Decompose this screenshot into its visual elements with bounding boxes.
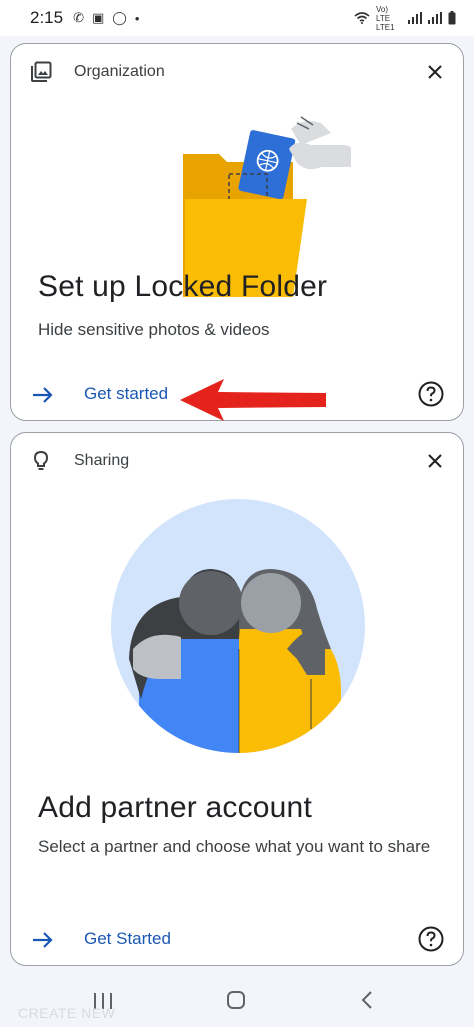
signal-icon-2 [428, 12, 442, 24]
help-icon[interactable] [417, 380, 445, 408]
whatsapp-icon: ◯ [112, 10, 127, 25]
get-started-button[interactable]: Get Started [11, 920, 463, 960]
battery-icon [448, 11, 456, 25]
card-header: Organization [11, 44, 463, 100]
card-title: Set up Locked Folder [38, 270, 328, 303]
locked-folder-illustration [183, 116, 351, 297]
status-bar: 2:15 ✆ ▣ ◯ • Vo) LTE LTE1 [0, 0, 474, 36]
wifi-icon [354, 12, 370, 24]
voicemail-icon: ▣ [92, 10, 105, 25]
locked-folder-card: Organization Set up Locked Folder Hide s… [10, 43, 464, 421]
network-label: Vo) LTE LTE1 [376, 4, 395, 32]
card-category: Organization [74, 63, 165, 80]
close-icon [428, 454, 442, 468]
lightbulb-icon [33, 450, 49, 470]
more-dot-icon: • [134, 10, 140, 26]
photo-library-icon [31, 61, 52, 82]
back-button[interactable] [360, 990, 374, 1010]
arrow-right-icon [33, 387, 53, 403]
status-time: 2:15 [30, 8, 64, 27]
card-header: Sharing [11, 433, 463, 489]
partner-account-card: Sharing Add partner account Select a par… [10, 432, 464, 966]
card-title: Add partner account [38, 791, 312, 824]
missed-call-icon: ✆ [73, 10, 84, 25]
home-button[interactable] [226, 990, 246, 1010]
card-subtitle: Select a partner and choose what you wan… [38, 837, 431, 856]
close-button[interactable] [421, 58, 449, 86]
arrow-right-icon [33, 932, 53, 948]
annotation-arrow [180, 379, 326, 421]
partner-illustration [111, 499, 365, 753]
help-icon[interactable] [417, 925, 445, 953]
watermark: CREATE NEW [18, 1005, 116, 1021]
get-started-label: Get started [84, 384, 169, 403]
card-subtitle: Hide sensitive photos & videos [38, 320, 270, 339]
close-icon [428, 65, 442, 79]
signal-icon [408, 12, 422, 24]
close-button[interactable] [421, 447, 449, 475]
card-category: Sharing [74, 452, 130, 469]
status-right: Vo) LTE LTE1 [354, 5, 456, 32]
get-started-label: Get Started [84, 929, 171, 948]
